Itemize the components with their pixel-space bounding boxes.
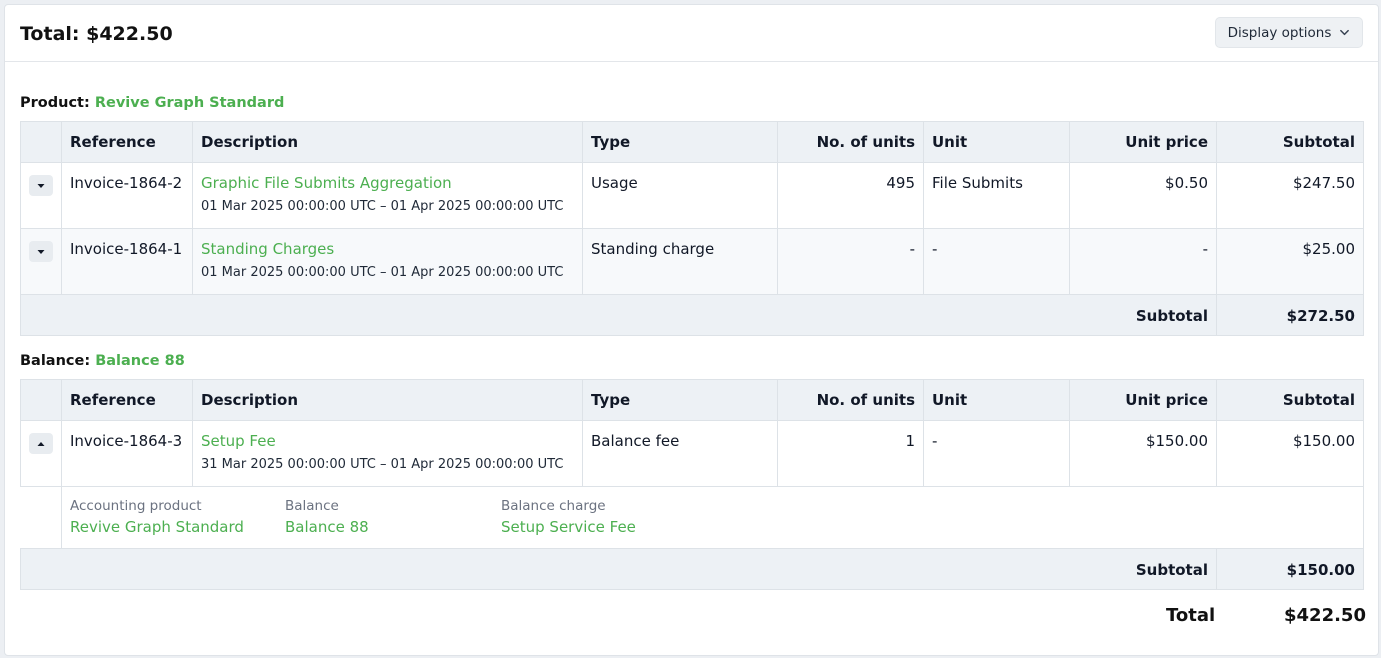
card-header: Total: $422.50 Display options <box>5 5 1378 62</box>
units-cell: 495 <box>777 162 924 229</box>
column-header-type: Type <box>582 121 778 163</box>
display-options-button[interactable]: Display options <box>1215 17 1363 48</box>
subtotal-cell: $150.00 <box>1216 420 1364 487</box>
balance-charge-link[interactable]: Setup Service Fee <box>501 518 636 536</box>
balance-link[interactable]: Balance 88 <box>285 518 369 536</box>
product-section-label: Product: Revive Graph Standard <box>20 95 284 111</box>
description-link[interactable]: Graphic File Submits Aggregation <box>201 174 574 192</box>
subtotal-label: Subtotal <box>20 548 1217 590</box>
description-cell: Setup Fee 31 Mar 2025 00:00:00 UTC – 01 … <box>192 420 583 487</box>
column-header-unit: Unit <box>923 379 1070 421</box>
date-range: 01 Mar 2025 00:00:00 UTC – 01 Apr 2025 0… <box>201 265 564 280</box>
column-header-unit-price: Unit price <box>1069 121 1217 163</box>
column-header-subtotal: Subtotal <box>1216 121 1364 163</box>
balance-section-label: Balance: Balance 88 <box>20 353 185 369</box>
subtotal-label: Subtotal <box>20 294 1217 336</box>
date-range: 31 Mar 2025 00:00:00 UTC – 01 Apr 2025 0… <box>201 457 564 472</box>
table-row: Invoice-1864-3 Setup Fee 31 Mar 2025 00:… <box>20 420 1364 487</box>
type-cell: Standing charge <box>582 228 778 295</box>
unit-cell: File Submits <box>923 162 1070 229</box>
detail-panel: Accounting product Revive Graph Standard… <box>61 486 1364 549</box>
date-range: 01 Mar 2025 00:00:00 UTC – 01 Apr 2025 0… <box>201 199 564 214</box>
column-header-unit-price: Unit price <box>1069 379 1217 421</box>
row-detail: Accounting product Revive Graph Standard… <box>20 486 1364 549</box>
description-cell: Standing Charges 01 Mar 2025 00:00:00 UT… <box>192 228 583 295</box>
chevron-down-icon <box>37 183 45 188</box>
reference-cell: Invoice-1864-3 <box>61 420 193 487</box>
column-header-toggle <box>20 379 62 421</box>
column-header-unit: Unit <box>923 121 1070 163</box>
column-header-subtotal: Subtotal <box>1216 379 1364 421</box>
collapse-row-button[interactable] <box>29 433 53 454</box>
subtotal-cell: $25.00 <box>1216 228 1364 295</box>
detail-label: Accounting product <box>70 498 202 514</box>
column-header-type: Type <box>582 379 778 421</box>
description-link[interactable]: Setup Fee <box>201 432 574 450</box>
column-header-units: No. of units <box>777 379 924 421</box>
accounting-product-link[interactable]: Revive Graph Standard <box>70 518 244 536</box>
detail-accounting-product: Accounting product Revive Graph Standard <box>70 498 244 536</box>
detail-label: Balance <box>285 498 339 514</box>
expand-row-button[interactable] <box>29 175 53 196</box>
column-header-units: No. of units <box>777 121 924 163</box>
toggle-cell <box>20 228 62 295</box>
toggle-cell <box>20 420 62 487</box>
column-header-description: Description <box>192 379 583 421</box>
type-cell: Usage <box>582 162 778 229</box>
page-title: Total: $422.50 <box>20 23 173 45</box>
description-link[interactable]: Standing Charges <box>201 240 574 258</box>
type-cell: Balance fee <box>582 420 778 487</box>
unit-cell: - <box>923 420 1070 487</box>
detail-spacer <box>20 486 62 549</box>
unit-cell: - <box>923 228 1070 295</box>
subtotal-cell: $247.50 <box>1216 162 1364 229</box>
column-header-reference: Reference <box>61 121 193 163</box>
reference-cell: Invoice-1864-2 <box>61 162 193 229</box>
column-header-description: Description <box>192 121 583 163</box>
subtotal-row: Subtotal $272.50 <box>20 294 1364 336</box>
chevron-down-icon <box>37 249 45 254</box>
table-header-row: Reference Description Type No. of units … <box>20 121 1364 163</box>
display-options-label: Display options <box>1227 24 1332 41</box>
detail-label: Balance charge <box>501 498 606 514</box>
table-header-row: Reference Description Type No. of units … <box>20 379 1364 421</box>
unit-price-cell: $0.50 <box>1069 162 1217 229</box>
table-row: Invoice-1864-1 Standing Charges 01 Mar 2… <box>20 228 1364 295</box>
balance-label: Balance: <box>20 353 91 369</box>
balance-name-link[interactable]: Balance 88 <box>95 353 185 369</box>
subtotal-row: Subtotal $150.00 <box>20 548 1364 590</box>
chevron-up-icon <box>37 441 45 446</box>
chevron-down-icon <box>1340 29 1350 36</box>
subtotal-value: $272.50 <box>1216 294 1364 336</box>
detail-balance: Balance Balance 88 <box>285 498 369 536</box>
table-row: Invoice-1864-2 Graphic File Submits Aggr… <box>20 162 1364 229</box>
grand-total-value: $422.50 <box>1284 605 1366 626</box>
expand-row-button[interactable] <box>29 241 53 262</box>
unit-price-cell: - <box>1069 228 1217 295</box>
reference-cell: Invoice-1864-1 <box>61 228 193 295</box>
balance-table: Reference Description Type No. of units … <box>20 379 1364 590</box>
product-table: Reference Description Type No. of units … <box>20 121 1364 336</box>
unit-price-cell: $150.00 <box>1069 420 1217 487</box>
column-header-reference: Reference <box>61 379 193 421</box>
grand-total-label: Total <box>1166 605 1216 626</box>
units-cell: - <box>777 228 924 295</box>
description-cell: Graphic File Submits Aggregation 01 Mar … <box>192 162 583 229</box>
units-cell: 1 <box>777 420 924 487</box>
subtotal-value: $150.00 <box>1216 548 1364 590</box>
detail-balance-charge: Balance charge Setup Service Fee <box>501 498 636 536</box>
invoice-card: Total: $422.50 Display options Product: … <box>4 4 1379 656</box>
toggle-cell <box>20 162 62 229</box>
product-name-link[interactable]: Revive Graph Standard <box>95 95 285 111</box>
column-header-toggle <box>20 121 62 163</box>
product-label: Product: <box>20 95 90 111</box>
